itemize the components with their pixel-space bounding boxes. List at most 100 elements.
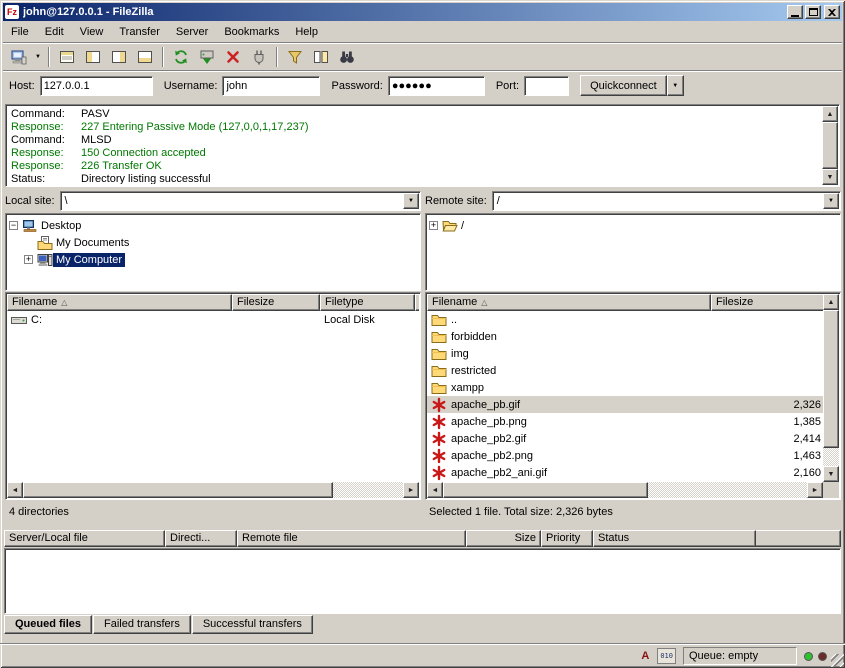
tree-item-label[interactable]: Desktop: [38, 219, 84, 233]
tree-item-desktop[interactable]: − Desktop: [6, 217, 420, 234]
username-input[interactable]: [222, 76, 320, 96]
quickconnect-dropdown-button[interactable]: ▼: [667, 75, 684, 96]
refresh-button[interactable]: [168, 45, 194, 69]
remote-site-dropdown-button[interactable]: ▼: [823, 193, 839, 209]
menu-bar: FileEditViewTransferServerBookmarksHelp: [3, 22, 842, 42]
scroll-up-button[interactable]: ▲: [823, 294, 839, 310]
file-row-col[interactable]: ..: [427, 311, 823, 328]
toggle-local-tree-button[interactable]: [80, 45, 106, 69]
menu-bookmarks[interactable]: Bookmarks: [216, 23, 287, 41]
toggle-message-log-button[interactable]: [54, 45, 80, 69]
menu-file[interactable]: File: [3, 23, 37, 41]
tree-item-label[interactable]: /: [458, 219, 467, 233]
password-input[interactable]: [388, 76, 485, 96]
column-header-filename[interactable]: Filename△: [7, 294, 232, 311]
remote-vscrollbar[interactable]: ▲ ▼: [823, 294, 839, 482]
scrollbar-track[interactable]: [648, 482, 807, 498]
column-header-status[interactable]: Status: [593, 530, 756, 547]
disconnect-button[interactable]: [246, 45, 272, 69]
scroll-left-button[interactable]: ◄: [427, 482, 443, 498]
site-manager-icon: [11, 49, 27, 65]
menu-server[interactable]: Server: [168, 23, 216, 41]
column-header-filesize[interactable]: Filesize: [232, 294, 320, 311]
log-line-type: Response:: [9, 147, 81, 160]
file-row-apache-pb2-ani-gif[interactable]: apache_pb2_ani.gif2,160: [427, 464, 823, 481]
scrollbar-thumb[interactable]: [443, 482, 648, 498]
column-header-l[interactable]: L: [415, 294, 419, 311]
cancel-transfer-button[interactable]: [220, 45, 246, 69]
file-row-xampp[interactable]: xampp: [427, 379, 823, 396]
file-row-apache-pb-gif[interactable]: apache_pb.gif2,326: [427, 396, 823, 413]
column-header-size[interactable]: Size: [466, 530, 541, 547]
site-manager-dropdown-button[interactable]: ▼: [32, 45, 44, 69]
column-header-filename[interactable]: Filename△: [427, 294, 711, 311]
tree-item-my-computer[interactable]: + My Computer: [6, 251, 420, 268]
file-row-img[interactable]: img: [427, 345, 823, 362]
directory-filter-button[interactable]: [282, 45, 308, 69]
file-row-restricted[interactable]: restricted: [427, 362, 823, 379]
directory-compare-button[interactable]: [308, 45, 334, 69]
remote-tree: +/: [425, 213, 841, 291]
toggle-queue-button[interactable]: [132, 45, 158, 69]
scroll-up-button[interactable]: ▲: [822, 106, 838, 122]
maximize-button[interactable]: [805, 5, 821, 19]
queue-body[interactable]: [4, 548, 841, 614]
file-row-forbidden[interactable]: forbidden: [427, 328, 823, 345]
local-list-header: Filename△FilesizeFiletypeL: [7, 294, 419, 311]
tree-item-label[interactable]: My Documents: [53, 236, 132, 250]
scroll-left-button[interactable]: ◄: [7, 482, 23, 498]
scroll-right-button[interactable]: ►: [403, 482, 419, 498]
title-bar[interactable]: Fz john@127.0.0.1 - FileZilla: [3, 3, 842, 21]
remote-hscrollbar[interactable]: ◄ ►: [427, 482, 823, 498]
tab-queued-files[interactable]: Queued files: [4, 615, 92, 634]
column-header-server-local-file[interactable]: Server/Local file: [4, 530, 165, 547]
scrollbar-thumb[interactable]: [23, 482, 333, 498]
find-files-button[interactable]: [334, 45, 360, 69]
remote-site-combo[interactable]: / ▼: [492, 191, 841, 211]
username-label: Username:: [164, 80, 218, 92]
quickconnect-button[interactable]: Quickconnect: [580, 75, 667, 96]
log-line-text: PASV: [81, 108, 110, 121]
file-row-apache-pb2-gif[interactable]: apache_pb2.gif2,414: [427, 430, 823, 447]
local-hscrollbar[interactable]: ◄ ►: [7, 482, 419, 498]
remote-tree-icon: [111, 49, 127, 65]
menu-help[interactable]: Help: [287, 23, 326, 41]
file-row-c[interactable]: C:Local Disk: [7, 311, 419, 328]
local-site-dropdown-button[interactable]: ▼: [403, 193, 419, 209]
port-input[interactable]: [524, 76, 569, 96]
tab-successful-transfers[interactable]: Successful transfers: [192, 615, 313, 634]
menu-view[interactable]: View: [72, 23, 112, 41]
resize-grip-icon[interactable]: [831, 654, 844, 667]
log-scrollbar[interactable]: ▲ ▼: [822, 106, 838, 185]
collapse-minus-icon[interactable]: −: [9, 221, 18, 230]
site-manager-button[interactable]: [6, 45, 32, 69]
scroll-down-button[interactable]: ▼: [823, 466, 839, 482]
expand-plus-icon[interactable]: +: [24, 255, 33, 264]
tree-item-my-documents[interactable]: My Documents: [6, 234, 420, 251]
tree-item-col[interactable]: +/: [426, 217, 840, 234]
tab-failed-transfers[interactable]: Failed transfers: [93, 615, 191, 634]
scrollbar-track[interactable]: [333, 482, 403, 498]
column-header-remote-file[interactable]: Remote file: [237, 530, 466, 547]
column-header-filetype[interactable]: Filetype: [320, 294, 415, 311]
scroll-right-button[interactable]: ►: [807, 482, 823, 498]
file-row-apache-pb2-png[interactable]: apache_pb2.png1,463: [427, 447, 823, 464]
scroll-down-button[interactable]: ▼: [822, 169, 838, 185]
minimize-button[interactable]: [787, 5, 803, 19]
process-queue-button[interactable]: [194, 45, 220, 69]
expand-plus-icon[interactable]: +: [429, 221, 438, 230]
toggle-remote-tree-button[interactable]: [106, 45, 132, 69]
menu-edit[interactable]: Edit: [37, 23, 72, 41]
file-row-apache-pb-png[interactable]: apache_pb.png1,385: [427, 413, 823, 430]
local-site-combo[interactable]: \ ▼: [60, 191, 421, 211]
local-site-value: \: [65, 195, 68, 207]
column-header-filesize[interactable]: Filesize: [711, 294, 823, 311]
column-header-priority[interactable]: Priority: [541, 530, 593, 547]
tree-item-label[interactable]: My Computer: [53, 253, 125, 267]
scrollbar-thumb[interactable]: [822, 122, 838, 169]
scrollbar-thumb[interactable]: [823, 310, 839, 448]
host-input[interactable]: [40, 76, 153, 96]
menu-transfer[interactable]: Transfer: [111, 23, 168, 41]
close-button[interactable]: [824, 5, 840, 19]
column-header-directi[interactable]: Directi...: [165, 530, 237, 547]
